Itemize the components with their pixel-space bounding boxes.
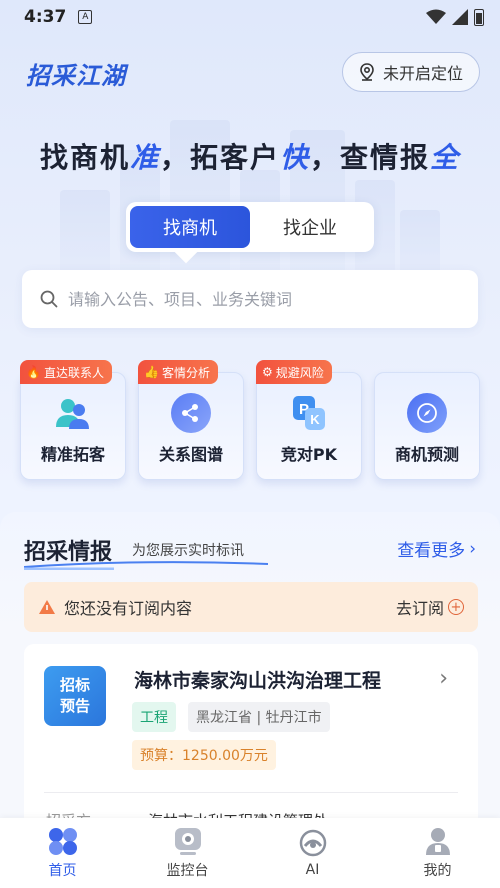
feature-label: 商机预测	[394, 445, 459, 464]
svg-text:K: K	[310, 412, 320, 427]
app-logo: 招采江湖	[26, 62, 126, 90]
nav-label: 监控台	[166, 863, 209, 879]
nav-ai[interactable]: AI	[250, 818, 375, 888]
slogan: 找商机准，拓客户快，查情报全	[0, 136, 500, 176]
ai-icon	[299, 829, 326, 857]
feature-grid: 🔥 直达联系人 精准拓客 👍 客情分析 关系图谱 ⚙ 规避风险 P K 竞对PK…	[20, 360, 480, 482]
slogan-accent: 全	[430, 141, 461, 174]
battery-icon	[474, 8, 484, 26]
location-button[interactable]: 未开启定位	[341, 52, 480, 92]
see-more-link[interactable]: 查看更多 ›	[397, 536, 476, 562]
search-bar[interactable]	[22, 270, 478, 328]
badge-text: 规避风险	[275, 365, 324, 380]
nav-monitor[interactable]: 监控台	[125, 818, 250, 888]
home-icon	[48, 828, 77, 855]
profile-icon	[425, 828, 450, 855]
nav-label: 首页	[48, 863, 77, 879]
slogan-accent: 快	[280, 141, 311, 174]
feature-card-competitor-pk[interactable]: P K 竞对PK	[256, 372, 362, 480]
feature-label: 竞对PK	[280, 445, 338, 464]
tender-title: 海林市秦家沟山洪沟治理工程	[134, 670, 382, 692]
signal-icon	[452, 9, 468, 25]
budget-chip: 预算：1250.00万元	[132, 740, 276, 770]
subscription-banner: 您还没有订阅内容 去订阅 +	[24, 582, 478, 632]
status-icons	[426, 8, 484, 26]
location-pin-icon	[360, 63, 374, 81]
monitor-icon	[174, 828, 201, 855]
feature-label: 精准拓客	[40, 445, 105, 464]
chevron-right-icon: ›	[439, 666, 448, 691]
chevron-right-icon: ›	[469, 538, 476, 559]
tender-type-tag: 招标 预告	[44, 666, 106, 726]
contacts-icon	[53, 393, 93, 433]
badge-text: 客情分析	[161, 365, 210, 380]
slogan-part: 找商机	[39, 141, 130, 174]
tab-find-company[interactable]: 找企业	[250, 206, 370, 248]
nav-home[interactable]: 首页	[0, 818, 125, 888]
location-label: 未开启定位	[382, 64, 463, 83]
feature-badge: ⚙ 规避风险	[256, 360, 332, 384]
region-chip: 黑龙江省 | 牡丹江市	[188, 702, 330, 732]
subscription-text: 您还没有订阅内容	[64, 599, 193, 618]
pk-icon: P K	[289, 393, 329, 433]
tag-line: 预告	[59, 697, 90, 715]
feature-card-opportunity-forecast[interactable]: 商机预测	[374, 372, 480, 480]
compass-icon	[407, 393, 447, 433]
alert-icon	[39, 600, 55, 614]
search-icon	[40, 290, 58, 308]
notification-icon: A	[78, 10, 93, 24]
header: 招采江湖 未开启定位	[0, 50, 500, 94]
feature-label: 关系图谱	[158, 445, 223, 464]
search-mode-tabs: 找商机 找企业	[126, 202, 374, 252]
nav-profile[interactable]: 我的	[375, 818, 500, 888]
nav-label: 我的	[423, 863, 452, 879]
slogan-accent: 准	[129, 141, 160, 174]
tender-card[interactable]: 招标 预告 海林市秦家沟山洪沟治理工程 › 工程 黑龙江省 | 牡丹江市 预算：…	[24, 644, 478, 834]
warning-icon: ⚙	[262, 365, 273, 379]
nav-label: AI	[305, 862, 320, 878]
slogan-part: ，查情报	[310, 141, 431, 174]
badge-text: 直达联系人	[43, 365, 104, 380]
thumbs-up-icon: 👍	[144, 365, 159, 379]
divider	[44, 792, 458, 793]
fire-icon: 🔥	[26, 365, 41, 379]
feature-card-precise-prospecting[interactable]: 精准拓客	[20, 372, 126, 480]
subscribe-button[interactable]: 去订阅 +	[396, 595, 464, 619]
plus-circle-icon: +	[448, 599, 464, 615]
feature-badge: 👍 客情分析	[138, 360, 218, 384]
feature-card-relationship-graph[interactable]: 关系图谱	[138, 372, 244, 480]
bottom-nav: 首页 监控台 AI 我的	[0, 818, 500, 888]
graph-icon	[171, 393, 211, 433]
tag-line: 招标	[59, 676, 90, 694]
category-chip: 工程	[132, 702, 176, 732]
status-bar: 4:37 A	[0, 0, 500, 34]
see-more-label: 查看更多	[397, 541, 466, 561]
tender-intel-section: 招采情报 为您展示实时标讯 查看更多 › 您还没有订阅内容 去订阅 + 招标 预…	[0, 512, 500, 834]
wifi-icon	[426, 9, 446, 24]
title-underline-decoration	[24, 561, 268, 570]
slogan-part: ，拓客户	[159, 141, 280, 174]
feature-badge: 🔥 直达联系人	[20, 360, 112, 384]
tab-find-opportunity[interactable]: 找商机	[130, 206, 250, 248]
status-time: 4:37	[24, 7, 67, 27]
subscribe-label: 去订阅	[395, 599, 444, 618]
search-input[interactable]	[68, 289, 460, 309]
section-subtitle: 为您展示实时标讯	[132, 543, 244, 559]
